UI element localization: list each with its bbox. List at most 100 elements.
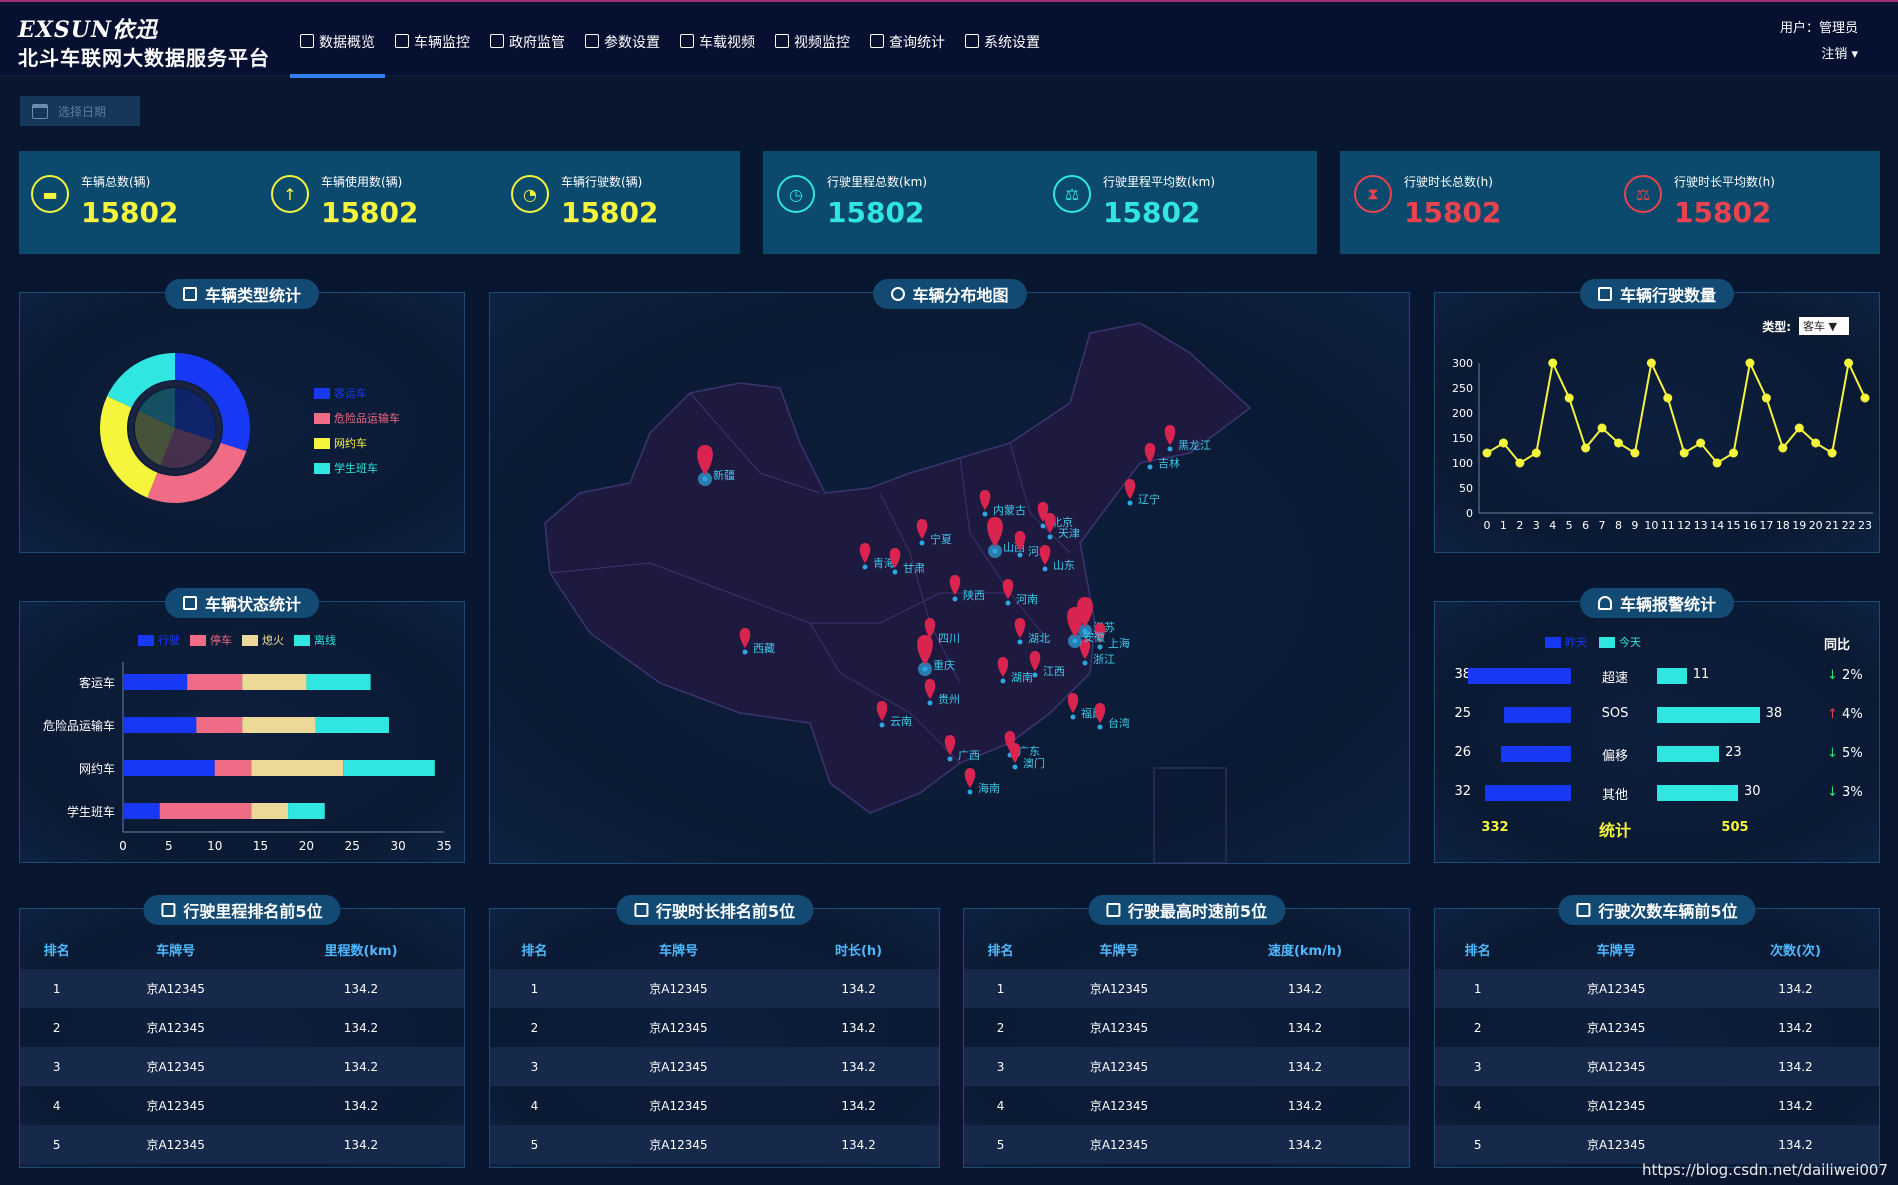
bar-segment <box>251 803 289 819</box>
nav-item-0[interactable]: 数据概览 <box>290 22 385 78</box>
data-point <box>1498 438 1508 448</box>
table-row[interactable]: 1 京A12345 134.2 <box>964 969 1409 1008</box>
x-tick-label: 0 <box>1484 519 1491 532</box>
nav-item-2[interactable]: 政府监管 <box>480 22 575 78</box>
stat-label: 车辆行驶数(辆) <box>561 175 643 189</box>
table-row[interactable]: 3 京A12345 134.2 <box>490 1047 939 1086</box>
stat-label: 车辆使用数(辆) <box>321 175 403 189</box>
table-cell: 134.2 <box>1778 1098 1813 1113</box>
table-cell: 京A12345 <box>1089 1099 1149 1113</box>
table-cell: 134.2 <box>343 1020 379 1035</box>
china-map[interactable]: 新疆黑龙江吉林辽宁内蒙古北京天津宁夏山西 河北青海 甘肃 山东陕西 河南西藏四川重庆湖北… <box>490 293 1411 865</box>
table-row[interactable]: 4 京A12345 134.2 <box>964 1086 1409 1125</box>
x-tick-label: 11 <box>1661 519 1675 532</box>
data-point <box>1827 448 1837 458</box>
table-cell: 134.2 <box>778 1125 939 1164</box>
table-row[interactable]: 5 京A12345 134.2 <box>964 1125 1409 1164</box>
alarm-today-value: 38 <box>1765 706 1783 721</box>
table-row[interactable]: 5 京A12345 134.2 <box>1435 1125 1879 1164</box>
column-header: 里程数(km) <box>324 943 398 959</box>
user-name: 用户：管理员 <box>1779 21 1858 36</box>
map-label: 甘肃 <box>903 562 925 575</box>
table-row[interactable]: 4 京A12345 134.2 <box>490 1086 939 1125</box>
stat-value: 15802 <box>1404 196 1502 229</box>
bar-segment <box>242 717 316 733</box>
table-cell: 134.2 <box>1200 1047 1409 1086</box>
table-row[interactable]: 2 京A12345 134.2 <box>20 1008 464 1047</box>
vehicle-map-panel: 车辆分布地图 新疆 黑龙江 吉林 辽宁 内蒙古 北京 天津 宁夏 山西 河北 青海 甘肃 山东 陕西 河南西… <box>489 279 1411 865</box>
table-row[interactable]: 2 京A12345 134.2 <box>964 1008 1409 1047</box>
table-row[interactable]: 4 京A12345 134.2 <box>20 1086 464 1125</box>
map-label: 海南 <box>978 781 1000 795</box>
x-tick-label: 5 <box>165 839 173 853</box>
nav-item-3[interactable]: 参数设置 <box>575 22 670 78</box>
stat-value: 15802 <box>81 196 179 229</box>
bar-chart-icon <box>1105 903 1120 917</box>
table-cell: 1 <box>20 969 94 1008</box>
map-pin-icon[interactable] <box>1124 479 1136 499</box>
map-pin-icon[interactable] <box>1094 703 1106 723</box>
table-cell: 3 <box>20 1047 94 1086</box>
map-label: 四川 <box>938 632 960 645</box>
table-row[interactable]: 1 京A12345 134.2 <box>1435 969 1879 1008</box>
nav-item-6[interactable]: 查询统计 <box>860 22 955 78</box>
bar-segment <box>343 760 435 776</box>
alarm-total-label: 统计 <box>1598 821 1631 840</box>
data-point <box>1564 393 1574 403</box>
gear-icon <box>965 34 979 48</box>
table-row[interactable]: 4 京A12345 134.2 <box>1435 1086 1879 1125</box>
map-label: 西藏 <box>753 642 775 655</box>
table-cell: 京A12345 <box>1520 969 1712 1008</box>
nav-item-5[interactable]: 视频监控 <box>765 22 860 78</box>
table-cell: 京A12345 <box>649 1021 708 1035</box>
nav-label: 政府监管 <box>509 35 565 51</box>
bar-segment <box>187 674 243 690</box>
data-point <box>1761 393 1771 403</box>
table-row[interactable]: 5 京A12345 134.2 <box>20 1125 464 1164</box>
stat-value: 15802 <box>1103 196 1201 229</box>
map-pin-icon[interactable] <box>964 768 976 788</box>
x-tick-label: 20 <box>1809 519 1823 532</box>
x-tick-label: 18 <box>1776 519 1790 532</box>
table-row[interactable]: 1 京A12345 134.2 <box>20 969 464 1008</box>
column-header: 排名 <box>1464 943 1491 959</box>
data-point <box>1811 438 1821 448</box>
x-tick-label: 22 <box>1842 519 1856 532</box>
nav-item-4[interactable]: 车载视频 <box>670 22 765 78</box>
table-row[interactable]: 2 京A12345 134.2 <box>490 1008 939 1047</box>
table-row[interactable]: 3 京A12345 134.2 <box>1435 1047 1879 1086</box>
status-legend: 行驶 停车 熄火 离线 <box>138 632 336 648</box>
table-row[interactable]: 2 京A12345 134.2 <box>1435 1008 1879 1047</box>
stat-label: 行驶里程平均数(km) <box>1103 175 1216 189</box>
logout-menu[interactable]: 注销 ▾ <box>1780 42 1858 68</box>
table-cell: 134.2 <box>343 1098 379 1113</box>
nav-item-7[interactable]: 系统设置 <box>955 22 1050 78</box>
map-label: 内蒙古 <box>993 503 1026 517</box>
map-dot <box>742 649 748 655</box>
nav-item-1[interactable]: 车辆监控 <box>385 22 480 78</box>
legend-item: 客运车 <box>314 385 400 401</box>
map-pin-icon[interactable] <box>1009 743 1021 763</box>
nav-label: 参数设置 <box>604 35 660 51</box>
panel-title: 车辆报警统计 <box>1579 588 1735 618</box>
map-pin-icon[interactable] <box>1067 693 1079 713</box>
data-point <box>1745 358 1755 368</box>
table-row[interactable]: 1 京A12345 134.2 <box>490 969 939 1008</box>
type-select[interactable]: 客车 ▼ <box>1799 317 1849 335</box>
table-row[interactable]: 3 京A12345 134.2 <box>20 1047 464 1086</box>
y-tick-label: 300 <box>1452 357 1473 370</box>
bar-segment <box>123 717 197 733</box>
table-row[interactable]: 3 京A12345 134.2 <box>964 1047 1409 1086</box>
data-point <box>1613 438 1623 448</box>
panel-title: 车辆类型统计 <box>164 279 320 309</box>
x-tick-label: 15 <box>1727 519 1741 532</box>
table-cell: 1 <box>964 969 1038 1008</box>
alarm-yoy: ↓ 2% <box>1827 668 1863 683</box>
y-tick-label: 50 <box>1459 482 1473 495</box>
data-point <box>1778 443 1788 453</box>
alarm-today-bar <box>1657 707 1760 723</box>
table-row[interactable]: 5 京A12345 134.2 <box>490 1125 939 1164</box>
date-picker[interactable]: 选择日期 <box>20 96 140 126</box>
map-dot <box>1017 552 1023 558</box>
alarm-total-yesterday: 332 <box>1481 820 1509 835</box>
